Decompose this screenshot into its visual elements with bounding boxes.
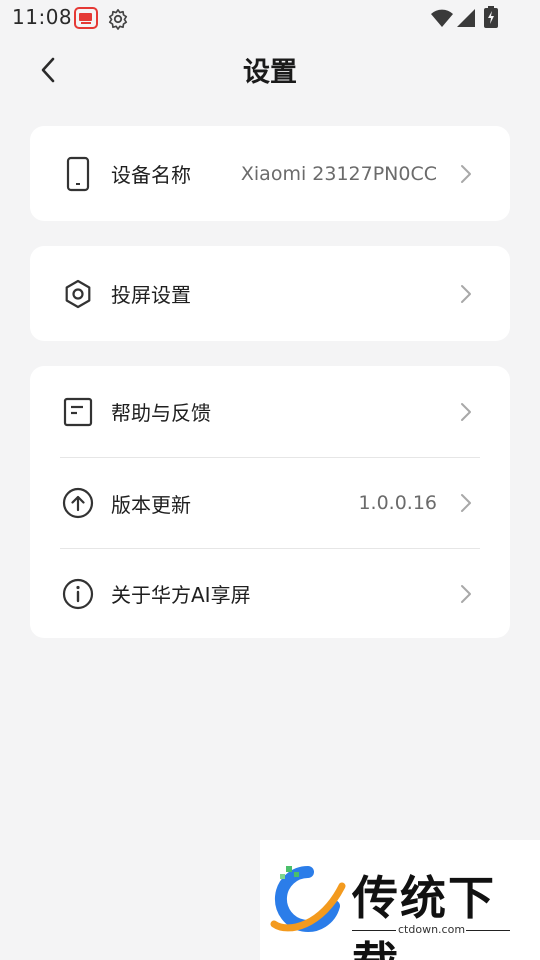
device-card: 设备名称 Xiaomi 23127PN0CC <box>30 126 510 221</box>
watermark-brand: 传统下载 <box>352 871 496 960</box>
device-name-value: Xiaomi 23127PN0CC <box>240 162 437 185</box>
device-name-row[interactable]: 设备名称 Xiaomi 23127PN0CC <box>30 126 510 221</box>
version-update-row[interactable]: 版本更新 1.0.0.16 <box>30 458 510 548</box>
chevron-right-icon <box>458 583 474 605</box>
upload-arrow-icon <box>62 487 94 519</box>
cast-settings-row[interactable]: 投屏设置 <box>30 246 510 341</box>
divider <box>352 930 396 931</box>
chevron-right-icon <box>458 401 474 423</box>
about-row[interactable]: 关于华方AI享屏 <box>30 549 510 638</box>
info-card: 帮助与反馈 版本更新 1.0.0.16 关于华方AI享屏 <box>30 366 510 638</box>
watermark: 传统下载 ctdown.com <box>260 840 540 960</box>
cell-signal-icon <box>457 9 475 27</box>
ctdown-logo-icon <box>270 865 346 932</box>
gear-icon <box>108 9 128 30</box>
page-title: 设置 <box>243 57 297 88</box>
about-label: 关于华方AI享屏 <box>111 583 251 607</box>
version-value: 1.0.0.16 <box>358 492 437 514</box>
cast-card: 投屏设置 <box>30 246 510 341</box>
document-icon <box>62 396 94 428</box>
device-name-label: 设备名称 <box>111 163 191 187</box>
version-update-label: 版本更新 <box>111 492 191 517</box>
chevron-right-icon <box>458 492 474 514</box>
status-bar: 11:08 <box>0 0 540 36</box>
header: 设置 <box>0 40 540 100</box>
cast-settings-label: 投屏设置 <box>111 283 191 307</box>
divider <box>466 930 510 931</box>
app-notification-icon <box>74 7 98 29</box>
wifi-icon <box>431 9 453 27</box>
phone-icon <box>62 156 94 191</box>
chevron-right-icon <box>458 283 474 305</box>
battery-charging-icon <box>484 6 498 28</box>
help-feedback-label: 帮助与反馈 <box>111 401 211 425</box>
help-feedback-row[interactable]: 帮助与反馈 <box>30 366 510 457</box>
hexagon-settings-icon <box>62 278 94 310</box>
status-time: 11:08 <box>12 5 73 29</box>
chevron-right-icon <box>458 163 474 185</box>
info-icon <box>62 578 94 610</box>
watermark-url: ctdown.com <box>398 923 466 936</box>
